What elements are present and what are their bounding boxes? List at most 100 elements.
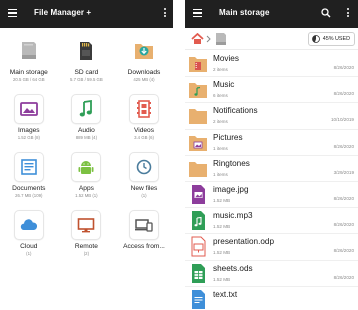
monitor-icon bbox=[71, 210, 102, 240]
grid-item-videos[interactable]: Videos 3.4 GB (6) bbox=[115, 94, 173, 152]
grid-item-documents[interactable]: Documents 26.7 MB (109) bbox=[0, 152, 58, 210]
usage-label: 45% USED bbox=[322, 36, 350, 42]
main-storage-screen: Main storage 45% USED Movies 2 items 8/2… bbox=[185, 0, 358, 310]
grid-item-label: Audio bbox=[77, 127, 95, 134]
phone-storage-icon bbox=[13, 36, 44, 66]
list-item[interactable]: presentation.odp 1.52 MB 8/26/2020 bbox=[185, 234, 358, 261]
file-meta: 1.52 MB bbox=[213, 224, 231, 230]
file-name: Ringtones bbox=[213, 158, 250, 168]
file-list: Movies 2 items 8/26/2020 Music 6 items 8… bbox=[185, 51, 358, 310]
home-icon[interactable] bbox=[191, 33, 204, 45]
grid-item-apps[interactable]: Apps 1.52 MB (1) bbox=[58, 152, 116, 210]
grid-item-cloud[interactable]: Cloud (1) bbox=[0, 210, 58, 268]
list-item[interactable]: Ringtones 1 items 3/29/2019 bbox=[185, 156, 358, 182]
grid-item-sub: 1.52 GB (8) bbox=[17, 135, 40, 140]
folder-icon bbox=[189, 161, 207, 177]
file-date: 8/26/2020 bbox=[333, 274, 354, 280]
spreadsheet-file-icon bbox=[192, 263, 205, 283]
menu-icon[interactable] bbox=[8, 9, 17, 18]
storage-usage-badge[interactable]: 45% USED bbox=[307, 32, 355, 46]
image-file-icon bbox=[192, 184, 205, 204]
breadcrumb: 45% USED bbox=[185, 28, 358, 50]
list-item[interactable]: music.mp3 1.52 MB 8/26/2020 bbox=[185, 208, 358, 235]
file-date: 3/29/2019 bbox=[333, 169, 354, 175]
android-icon bbox=[71, 152, 102, 182]
audio-file-icon bbox=[192, 211, 205, 231]
file-name: image.jpg bbox=[213, 184, 249, 194]
grid-item-label: New files bbox=[130, 185, 158, 192]
file-meta: 1.52 MB bbox=[213, 250, 231, 256]
search-icon[interactable] bbox=[321, 8, 331, 18]
list-item[interactable]: image.jpg 1.52 MB 8/26/2020 bbox=[185, 182, 358, 209]
download-folder-icon bbox=[128, 36, 159, 66]
document-icon bbox=[13, 152, 44, 182]
file-date: 8/26/2020 bbox=[333, 222, 354, 228]
list-item[interactable]: Music 6 items 8/26/2020 bbox=[185, 77, 358, 104]
file-date: 10/10/2019 bbox=[331, 117, 354, 123]
page-title: Main storage bbox=[219, 8, 270, 17]
file-date: 8/26/2020 bbox=[333, 248, 354, 254]
chevron-right-icon bbox=[206, 35, 211, 43]
file-name: Pictures bbox=[213, 132, 243, 142]
file-date: 8/26/2020 bbox=[333, 195, 354, 201]
grid-item-remote[interactable]: Remote (2) bbox=[58, 210, 116, 268]
grid-item-audio[interactable]: Audio 889 MB (4) bbox=[58, 94, 116, 152]
list-item[interactable]: Notifications 2 items 10/10/2019 bbox=[185, 103, 358, 130]
grid-item-label: Apps bbox=[78, 185, 94, 192]
grid-item-sub: 26.7 MB (109) bbox=[15, 193, 43, 198]
devices-icon bbox=[128, 210, 159, 240]
grid-item-access-from[interactable]: Access from... bbox=[115, 210, 173, 268]
grid-item-label: Images bbox=[17, 127, 40, 134]
file-name: presentation.odp bbox=[213, 237, 274, 247]
list-item[interactable]: Movies 2 items 8/26/2020 bbox=[185, 51, 358, 78]
grid-item-sub: 20.5 GB / 64 GB bbox=[13, 77, 45, 82]
grid-item-sub: 3.4 GB (6) bbox=[134, 135, 154, 140]
list-item[interactable]: sheets.ods 1.52 MB 8/26/2020 bbox=[185, 261, 358, 287]
grid-item-downloads[interactable]: Downloads 425 MB (4) bbox=[115, 36, 173, 94]
app-title: File Manager + bbox=[34, 8, 92, 17]
grid-item-sub: 1.52 MB (1) bbox=[75, 193, 98, 198]
grid-item-sub: (2) bbox=[83, 251, 90, 256]
menu-icon[interactable] bbox=[193, 9, 202, 18]
grid-item-label: Access from... bbox=[123, 243, 165, 250]
grid-item-label: Documents bbox=[12, 185, 46, 192]
grid-item-images[interactable]: Images 1.52 GB (8) bbox=[0, 94, 58, 152]
file-name: Music bbox=[213, 80, 235, 90]
grid-item-label: SD card bbox=[74, 69, 99, 76]
file-manager-home-screen: File Manager + Main storage 20.5 GB / 64… bbox=[0, 0, 173, 310]
grid-item-label: Videos bbox=[133, 127, 154, 134]
more-options-icon[interactable] bbox=[164, 8, 167, 19]
list-item[interactable]: text.txt bbox=[185, 287, 358, 310]
pie-chart-icon bbox=[311, 35, 320, 43]
file-meta: 2 items bbox=[213, 67, 228, 72]
sd-card-icon bbox=[71, 36, 102, 66]
file-name: music.mp3 bbox=[213, 211, 253, 221]
phone-storage-icon[interactable] bbox=[214, 32, 227, 46]
clock-icon bbox=[128, 152, 159, 182]
cloud-icon bbox=[13, 210, 44, 240]
film-folder-icon bbox=[189, 57, 207, 72]
grid-item-sub: 889 MB (4) bbox=[75, 135, 98, 140]
file-date: 8/26/2020 bbox=[333, 91, 354, 97]
more-options-icon[interactable] bbox=[347, 8, 350, 19]
grid-item-sub: 425 MB (4) bbox=[133, 77, 155, 82]
folder-icon bbox=[189, 109, 207, 125]
list-item[interactable]: Pictures 1 items 8/26/2020 bbox=[185, 130, 358, 156]
grid-item-label: Cloud bbox=[20, 243, 38, 250]
grid-item-label: Main storage bbox=[9, 69, 48, 76]
text-file-icon bbox=[192, 289, 205, 309]
grid-item-sub: 5.7 GB / 59.5 GB bbox=[70, 77, 103, 82]
grid-item-new-files[interactable]: New files (1) bbox=[115, 152, 173, 210]
file-meta: 2 items bbox=[213, 119, 228, 125]
music-note-icon bbox=[71, 94, 102, 124]
file-date: 8/26/2020 bbox=[333, 65, 354, 70]
file-name: sheets.ods bbox=[213, 263, 253, 273]
grid-item-main-storage[interactable]: Main storage 20.5 GB / 64 GB bbox=[0, 36, 58, 94]
grid-item-sd-card[interactable]: SD card 5.7 GB / 59.5 GB bbox=[58, 36, 116, 94]
file-meta: 1 items bbox=[213, 171, 228, 177]
image-icon bbox=[13, 94, 44, 124]
grid-item-label: Remote bbox=[74, 243, 98, 250]
app-bar: File Manager + bbox=[0, 0, 173, 28]
file-meta: 1.52 MB bbox=[213, 276, 231, 282]
file-meta: 1 items bbox=[213, 145, 228, 151]
